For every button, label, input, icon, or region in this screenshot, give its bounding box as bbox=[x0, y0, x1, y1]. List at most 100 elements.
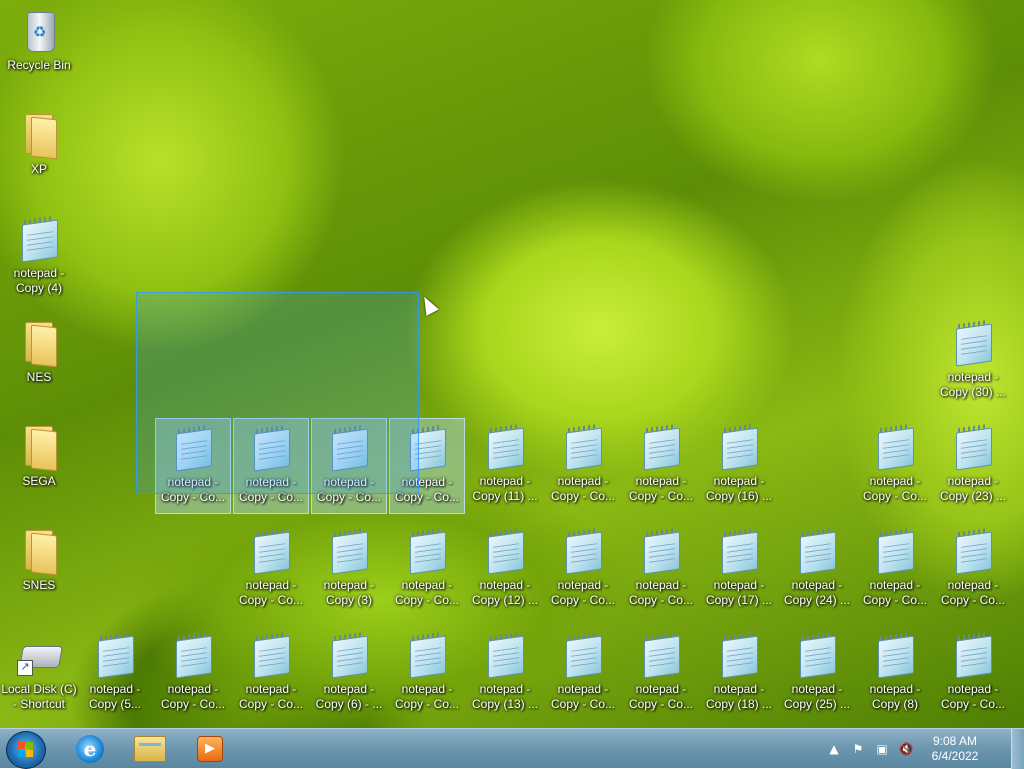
media-player-icon: ▶ bbox=[197, 735, 223, 762]
show-hidden-icons-icon[interactable]: ▲ bbox=[825, 740, 843, 758]
desktop-icon-folder[interactable]: SEGA bbox=[1, 418, 77, 514]
desktop-icon-label: notepad - Copy (25) ... bbox=[783, 682, 851, 711]
notepad-icon bbox=[637, 422, 685, 471]
folder-icon bbox=[15, 422, 63, 472]
desktop-icon-label: notepad - Copy - Co... bbox=[550, 682, 616, 711]
desktop-icon-notepad[interactable]: notepad - Copy (5... bbox=[77, 626, 153, 722]
notepad-icon bbox=[871, 630, 919, 679]
desktop-icon-notepad[interactable]: notepad - Copy (24) ... bbox=[779, 522, 855, 618]
notepad-icon bbox=[15, 214, 63, 263]
notepad-icon bbox=[715, 630, 763, 679]
folder-icon bbox=[15, 110, 63, 160]
desktop-icon-notepad[interactable]: notepad - Copy (16) ... bbox=[701, 418, 777, 514]
recycle-bin-icon bbox=[15, 6, 63, 54]
desktop-icon-notepad[interactable]: notepad - Copy (23) ... bbox=[935, 418, 1011, 514]
notepad-icon bbox=[403, 630, 451, 679]
notepad-icon bbox=[715, 422, 763, 471]
desktop-icon-label: notepad - Copy - Co... bbox=[628, 474, 694, 503]
desktop-icon-label: notepad - Copy - Co... bbox=[862, 474, 928, 503]
desktop-icon-label: notepad - Copy - Co... bbox=[550, 578, 616, 607]
desktop-icon-notepad[interactable]: notepad - Copy (8) bbox=[857, 626, 933, 722]
clock[interactable]: 9:08 AM 6/4/2022 bbox=[926, 734, 984, 764]
desktop-icon-notepad[interactable]: notepad - Copy - Co... bbox=[623, 418, 699, 514]
desktop-icon-recycle[interactable]: Recycle Bin bbox=[1, 2, 77, 98]
desktop[interactable]: Recycle Bin XP notepad -Copy (4) NES SEGA SNE… bbox=[0, 0, 1024, 728]
desktop-icon-label: SNES bbox=[22, 578, 56, 592]
desktop-icon-notepad[interactable]: notepad - Copy - Co... bbox=[155, 626, 231, 722]
taskbar-explorer-button[interactable] bbox=[124, 731, 176, 766]
notepad-icon bbox=[793, 630, 841, 679]
desktop-icon-folder[interactable]: XP bbox=[1, 106, 77, 202]
notepad-icon bbox=[403, 526, 451, 575]
notepad-icon bbox=[559, 630, 607, 679]
taskbar-media-player-button[interactable]: ▶ bbox=[184, 731, 236, 766]
desktop-icon-notepad[interactable]: notepad - Copy - Co... bbox=[233, 626, 309, 722]
volume-muted-icon[interactable]: 🔇 bbox=[897, 740, 915, 758]
desktop-icon-notepad[interactable]: notepad - Copy (17) ... bbox=[701, 522, 777, 618]
desktop-icon-notepad[interactable]: notepad - Copy (13) ... bbox=[467, 626, 543, 722]
notepad-icon bbox=[637, 526, 685, 575]
desktop-icon-label: notepad - Copy (12) ... bbox=[471, 578, 539, 607]
desktop-icon-label: notepad - Copy (4) bbox=[13, 266, 65, 295]
desktop-icon-notepad[interactable]: notepad - Copy (30) ... bbox=[935, 314, 1011, 410]
notepad-icon bbox=[247, 630, 295, 679]
desktop-icon-label: notepad - Copy (16) ... bbox=[705, 474, 773, 503]
taskbar: e ▶ ▲ ⚑ ▣ 🔇 9:08 AM 6/4/2022 bbox=[0, 728, 1024, 769]
desktop-icon-label: notepad - Copy - Co... bbox=[550, 474, 616, 503]
desktop-icon-label: notepad - Copy - Co... bbox=[628, 682, 694, 711]
desktop-icon-drive[interactable]: ↗ Local Disk (C) - Shortcut bbox=[1, 626, 77, 722]
desktop-icon-notepad[interactable]: notepad - Copy - Co... bbox=[233, 522, 309, 618]
folder-explorer-icon bbox=[134, 735, 166, 762]
start-button[interactable] bbox=[6, 731, 46, 769]
desktop-icon-label: Recycle Bin bbox=[7, 58, 71, 72]
desktop-icon-label: notepad - Copy - Co... bbox=[394, 682, 460, 711]
drive-shortcut-icon: ↗ bbox=[15, 630, 63, 678]
desktop-icon-label: notepad - Copy (5... bbox=[88, 682, 142, 711]
notepad-icon bbox=[559, 422, 607, 471]
desktop-icon-notepad[interactable]: notepad - Copy (12) ... bbox=[467, 522, 543, 618]
notepad-icon bbox=[871, 422, 919, 471]
notepad-icon bbox=[793, 526, 841, 575]
notepad-icon bbox=[481, 526, 529, 575]
desktop-icon-notepad[interactable]: notepad - Copy - Co... bbox=[545, 626, 621, 722]
desktop-icon-label: notepad - Copy (30) ... bbox=[939, 370, 1007, 399]
notepad-icon bbox=[169, 630, 217, 679]
desktop-icon-label: NES bbox=[26, 370, 52, 384]
desktop-icon-folder[interactable]: NES bbox=[1, 314, 77, 410]
desktop-icon-label: notepad - Copy (18) ... bbox=[705, 682, 773, 711]
desktop-icon-label: notepad - Copy (8) bbox=[869, 682, 921, 711]
desktop-icon-notepad[interactable]: notepad - Copy - Co... bbox=[545, 418, 621, 514]
action-center-flag-icon[interactable]: ⚑ bbox=[849, 740, 867, 758]
desktop-icon-folder[interactable]: SNES bbox=[1, 522, 77, 618]
desktop-icon-notepad[interactable]: notepad - Copy (18) ... bbox=[701, 626, 777, 722]
show-desktop-button[interactable] bbox=[1011, 729, 1024, 769]
desktop-icon-notepad[interactable]: notepad - Copy - Co... bbox=[623, 522, 699, 618]
taskbar-internet-explorer-button[interactable]: e bbox=[64, 731, 116, 766]
desktop-icon-label: notepad - Copy - Co... bbox=[940, 578, 1006, 607]
desktop-icon-label: notepad - Copy - Co... bbox=[940, 682, 1006, 711]
desktop-icon-notepad[interactable]: notepad - Copy - Co... bbox=[389, 522, 465, 618]
desktop-icon-notepad[interactable]: notepad - Copy - Co... bbox=[857, 522, 933, 618]
desktop-icon-notepad[interactable]: notepad - Copy - Co... bbox=[935, 626, 1011, 722]
notepad-icon bbox=[481, 422, 529, 471]
folder-icon bbox=[15, 318, 63, 368]
desktop-icon-notepad[interactable]: notepad - Copy (6) - ... bbox=[311, 626, 387, 722]
desktop-icon-label: notepad - Copy - Co... bbox=[160, 682, 226, 711]
notepad-icon bbox=[637, 630, 685, 679]
desktop-icon-label: notepad - Copy - Co... bbox=[628, 578, 694, 607]
selection-rectangle bbox=[136, 292, 419, 494]
desktop-icon-notepad[interactable]: notepad - Copy (3) bbox=[311, 522, 387, 618]
network-icon[interactable]: ▣ bbox=[873, 740, 891, 758]
desktop-icon-notepad[interactable]: notepad - Copy (25) ... bbox=[779, 626, 855, 722]
notepad-icon bbox=[949, 630, 997, 679]
notepad-icon bbox=[247, 526, 295, 575]
desktop-icon-notepad[interactable]: notepad - Copy (11) ... bbox=[467, 418, 543, 514]
desktop-icon-notepad[interactable]: notepad - Copy - Co... bbox=[623, 626, 699, 722]
desktop-icon-label: Local Disk (C) - Shortcut bbox=[1, 682, 77, 711]
desktop-icon-label: notepad - Copy (6) - ... bbox=[315, 682, 383, 711]
desktop-icon-notepad[interactable]: notepad - Copy - Co... bbox=[545, 522, 621, 618]
desktop-icon-notepad[interactable]: notepad - Copy - Co... bbox=[389, 626, 465, 722]
desktop-icon-notepad[interactable]: notepad - Copy - Co... bbox=[935, 522, 1011, 618]
desktop-icon-notepad[interactable]: notepad - Copy (4) bbox=[1, 210, 77, 306]
desktop-icon-notepad[interactable]: notepad - Copy - Co... bbox=[857, 418, 933, 514]
